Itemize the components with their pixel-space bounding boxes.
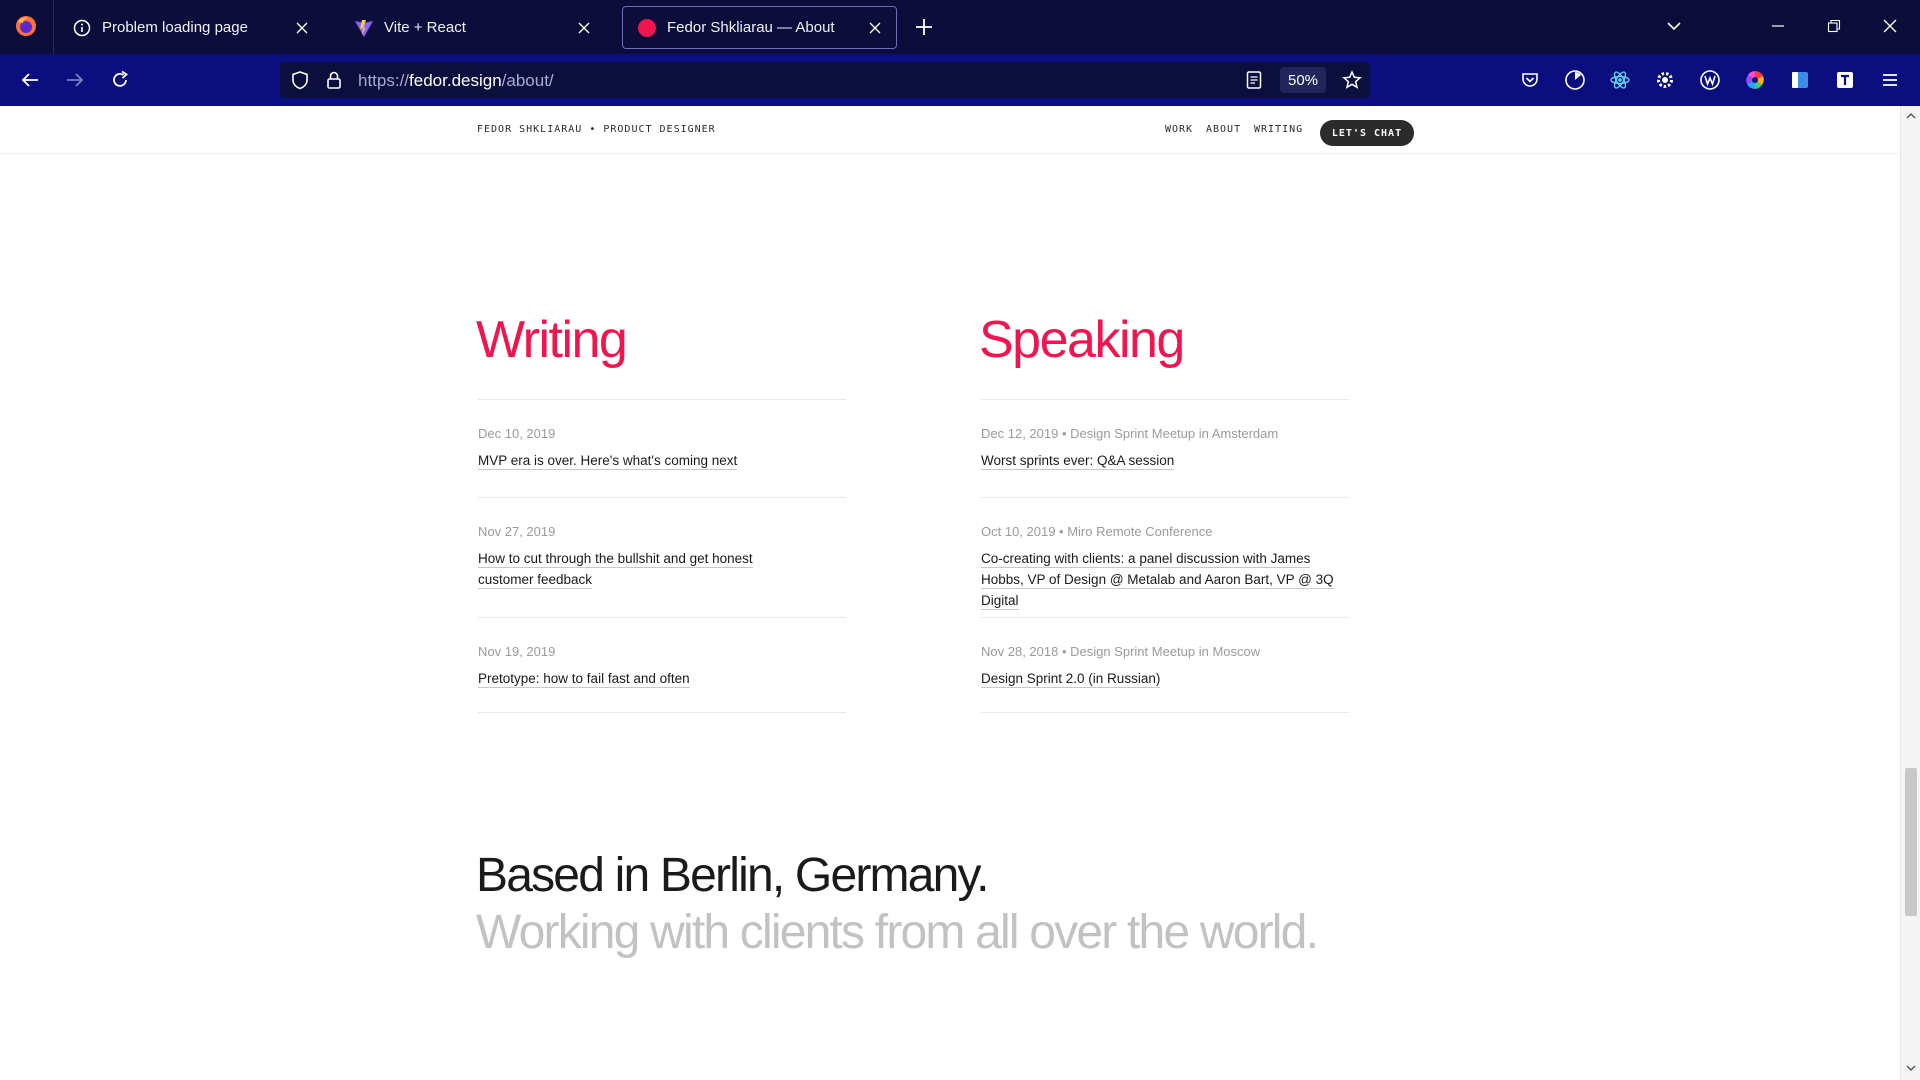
url-path: /about/ <box>501 71 554 90</box>
tracking-protection-shield-icon[interactable] <box>288 68 312 92</box>
writing-list: Dec 10, 2019 MVP era is over. Here's wha… <box>478 399 846 713</box>
hamburger-menu-icon[interactable] <box>1877 67 1903 93</box>
entry-meta: Dec 12, 2019 • Design Sprint Meetup in A… <box>981 426 1279 441</box>
entry-meta: Oct 10, 2019 • Miro Remote Conference <box>981 524 1213 539</box>
close-tab-icon[interactable] <box>573 17 595 39</box>
settings-gear-icon[interactable] <box>1652 67 1678 93</box>
speaking-list: Dec 12, 2019 • Design Sprint Meetup in A… <box>981 399 1349 713</box>
site-header: FEDOR SHKLIARAU • PRODUCT DESIGNER WORK … <box>0 106 1900 154</box>
w-extension-icon[interactable] <box>1697 67 1723 93</box>
entry-meta: Nov 28, 2018 • Design Sprint Meetup in M… <box>981 644 1261 659</box>
site-favicon-icon <box>637 18 657 38</box>
lets-chat-button[interactable]: LET'S CHAT <box>1320 120 1414 146</box>
divider <box>478 712 846 713</box>
tab-bar: Problem loading page Vite + React Fedor … <box>0 0 1920 54</box>
url-host: fedor.design <box>409 71 502 90</box>
talk-link[interactable]: Design Sprint 2.0 (in Russian) <box>981 671 1161 688</box>
vite-icon <box>354 18 374 38</box>
tab-title: Vite + React <box>384 19 466 36</box>
firefox-logo-icon[interactable] <box>14 14 38 38</box>
article-link[interactable]: MVP era is over. Here's what's coming ne… <box>478 453 738 470</box>
lock-icon[interactable] <box>322 68 346 92</box>
list-item: Nov 19, 2019 Pretotype: how to fail fast… <box>478 617 846 712</box>
entry-date: Dec 10, 2019 <box>478 426 556 441</box>
page-scrollbar[interactable] <box>1900 106 1920 1080</box>
close-window-icon[interactable] <box>1878 14 1902 38</box>
nav-link-writing[interactable]: WRITING <box>1254 124 1303 135</box>
pocket-icon[interactable] <box>1517 67 1543 93</box>
list-item: Nov 28, 2018 • Design Sprint Meetup in M… <box>981 617 1349 712</box>
talk-link[interactable]: Co-creating with clients: a panel discus… <box>981 551 1334 610</box>
close-tab-icon[interactable] <box>864 17 886 39</box>
url-scheme: https:// <box>358 71 410 90</box>
sidebar-icon[interactable] <box>1787 67 1813 93</box>
info-icon <box>72 18 92 38</box>
list-item: Dec 12, 2019 • Design Sprint Meetup in A… <box>981 399 1349 497</box>
scroll-down-arrow-icon[interactable] <box>1903 1060 1919 1076</box>
tab-title: Fedor Shkliarau — About <box>667 19 835 36</box>
scrollbar-thumb[interactable] <box>1905 768 1917 916</box>
location-headline: Based in Berlin, Germany. <box>476 849 990 902</box>
entry-date: Nov 19, 2019 <box>478 644 556 659</box>
bookmark-star-icon[interactable] <box>1340 68 1364 92</box>
list-item: Dec 10, 2019 MVP era is over. Here's wha… <box>478 399 846 497</box>
location-subline: Working with clients from all over the w… <box>476 906 1319 959</box>
url-text[interactable]: https://fedor.design/about/ <box>358 71 554 91</box>
talk-link[interactable]: Worst sprints ever: Q&A session <box>981 453 1175 470</box>
reload-icon[interactable] <box>107 67 133 93</box>
scroll-up-arrow-icon[interactable] <box>1903 108 1919 124</box>
article-link[interactable]: How to cut through the bullshit and get … <box>478 551 753 589</box>
speaking-heading: Speaking <box>979 311 1185 369</box>
writing-heading: Writing <box>476 311 628 369</box>
tab-separator <box>53 0 54 54</box>
minimize-icon[interactable] <box>1766 14 1790 38</box>
zoom-level-button[interactable]: 50% <box>1280 67 1326 93</box>
page-content: FEDOR SHKLIARAU • PRODUCT DESIGNER WORK … <box>0 106 1900 1080</box>
back-arrow-icon[interactable] <box>17 67 43 93</box>
new-tab-plus-icon[interactable] <box>912 15 936 39</box>
list-item: Oct 10, 2019 • Miro Remote Conference Co… <box>981 497 1349 617</box>
reader-view-icon[interactable] <box>1242 68 1266 92</box>
restore-window-icon[interactable] <box>1822 14 1846 38</box>
close-tab-icon[interactable] <box>291 17 313 39</box>
site-brand[interactable]: FEDOR SHKLIARAU • PRODUCT DESIGNER <box>477 124 716 135</box>
list-all-tabs-chevron-icon[interactable] <box>1662 14 1686 38</box>
tab-fedor-about[interactable]: Fedor Shkliarau — About <box>622 6 897 49</box>
forward-arrow-icon[interactable] <box>62 67 88 93</box>
tab-title: Problem loading page <box>102 19 248 36</box>
timer-icon[interactable] <box>1562 67 1588 93</box>
divider <box>981 712 1349 713</box>
entry-date: Nov 27, 2019 <box>478 524 556 539</box>
react-devtools-icon[interactable] <box>1607 67 1633 93</box>
navigation-toolbar: https://fedor.design/about/ 50% <box>0 54 1920 106</box>
t-extension-icon[interactable] <box>1832 67 1858 93</box>
list-item: Nov 27, 2019 How to cut through the bull… <box>478 497 846 617</box>
article-link[interactable]: Pretotype: how to fail fast and often <box>478 671 690 688</box>
nav-link-work[interactable]: WORK <box>1165 124 1193 135</box>
color-wheel-icon[interactable] <box>1742 67 1768 93</box>
tab-vite-react[interactable]: Vite + React <box>340 6 605 49</box>
nav-link-about[interactable]: ABOUT <box>1206 124 1241 135</box>
url-bar[interactable]: https://fedor.design/about/ 50% <box>280 62 1370 98</box>
tab-problem-loading[interactable]: Problem loading page <box>58 6 323 49</box>
